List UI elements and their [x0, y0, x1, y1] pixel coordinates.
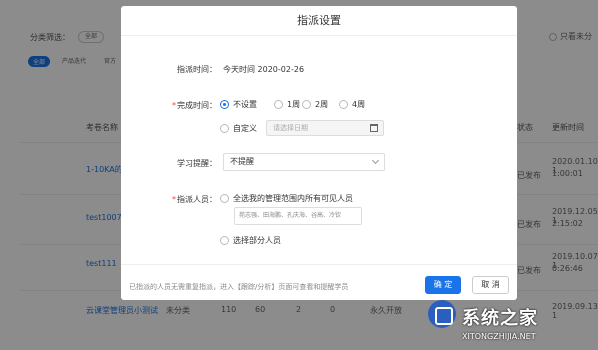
assign-time-value: 今天时间 2020-02-26: [223, 65, 305, 74]
chevron-down-icon: [371, 156, 380, 165]
date-placeholder: 请选择日期: [273, 124, 308, 132]
assign-time-label: 指派时间：: [177, 65, 217, 74]
assign-settings-dialog: 指派设置 指派时间： 今天时间 2020-02-26 *完成时间： 不设置 1周…: [121, 6, 517, 300]
watermark-name: 系统之家: [462, 308, 538, 329]
footer-note: 已指派的人员无需重复指派，进入【跟踪/分析】页面可查看和提醒学员: [129, 283, 349, 291]
confirm-button[interactable]: 确 定: [425, 276, 461, 294]
assignee-label: *指派人员：: [121, 194, 217, 205]
radio-2-weeks[interactable]: 2周: [302, 99, 328, 110]
radio-label: 自定义: [233, 124, 257, 133]
radio-icon: [220, 194, 229, 203]
watermark-logo-icon: [428, 300, 456, 328]
date-picker-input[interactable]: 请选择日期: [266, 120, 384, 136]
watermark-url: XITONGZHIJIA.NET: [462, 332, 536, 341]
radio-icon: [220, 124, 229, 133]
radio-label: 选择部分人员: [233, 236, 281, 245]
cancel-button[interactable]: 取 消: [472, 276, 509, 294]
radio-1-week[interactable]: 1周: [274, 99, 300, 110]
radio-label: 不设置: [233, 100, 257, 109]
calendar-icon: [370, 124, 378, 132]
reminder-label: 学习提醒：: [177, 159, 217, 168]
radio-select-all-visible[interactable]: 全选我的管理范围内所有可见人员: [220, 193, 353, 204]
required-mark: *: [172, 101, 176, 110]
selected-people-box: 苑志强、田海鹏、孔庆海、谷高、冷钦: [234, 207, 362, 225]
radio-icon: [274, 100, 283, 109]
complete-time-label: *完成时间：: [121, 100, 217, 111]
radio-label: 2周: [315, 100, 329, 109]
radio-icon: [339, 100, 348, 109]
complete-time-label-text: 完成时间：: [177, 101, 217, 110]
required-mark: *: [172, 195, 176, 204]
watermark: 系统之家 XITONGZHIJIA.NET: [420, 296, 598, 350]
radio-4-weeks[interactable]: 4周: [339, 99, 365, 110]
radio-label: 全选我的管理范围内所有可见人员: [233, 194, 353, 203]
reminder-selected-value: 不提醒: [230, 157, 254, 166]
dialog-title: 指派设置: [121, 6, 517, 36]
reminder-select[interactable]: 不提醒: [223, 153, 385, 171]
radio-label: 1周: [287, 100, 301, 109]
footer-divider: [121, 264, 517, 265]
radio-label: 4周: [352, 100, 366, 109]
radio-no-setting[interactable]: 不设置: [220, 99, 257, 110]
radio-select-partial[interactable]: 选择部分人员: [220, 235, 281, 246]
radio-custom[interactable]: 自定义: [220, 123, 257, 134]
radio-icon: [220, 236, 229, 245]
radio-selected-icon: [220, 100, 229, 109]
radio-icon: [302, 100, 311, 109]
assignee-label-text: 指派人员：: [177, 195, 217, 204]
